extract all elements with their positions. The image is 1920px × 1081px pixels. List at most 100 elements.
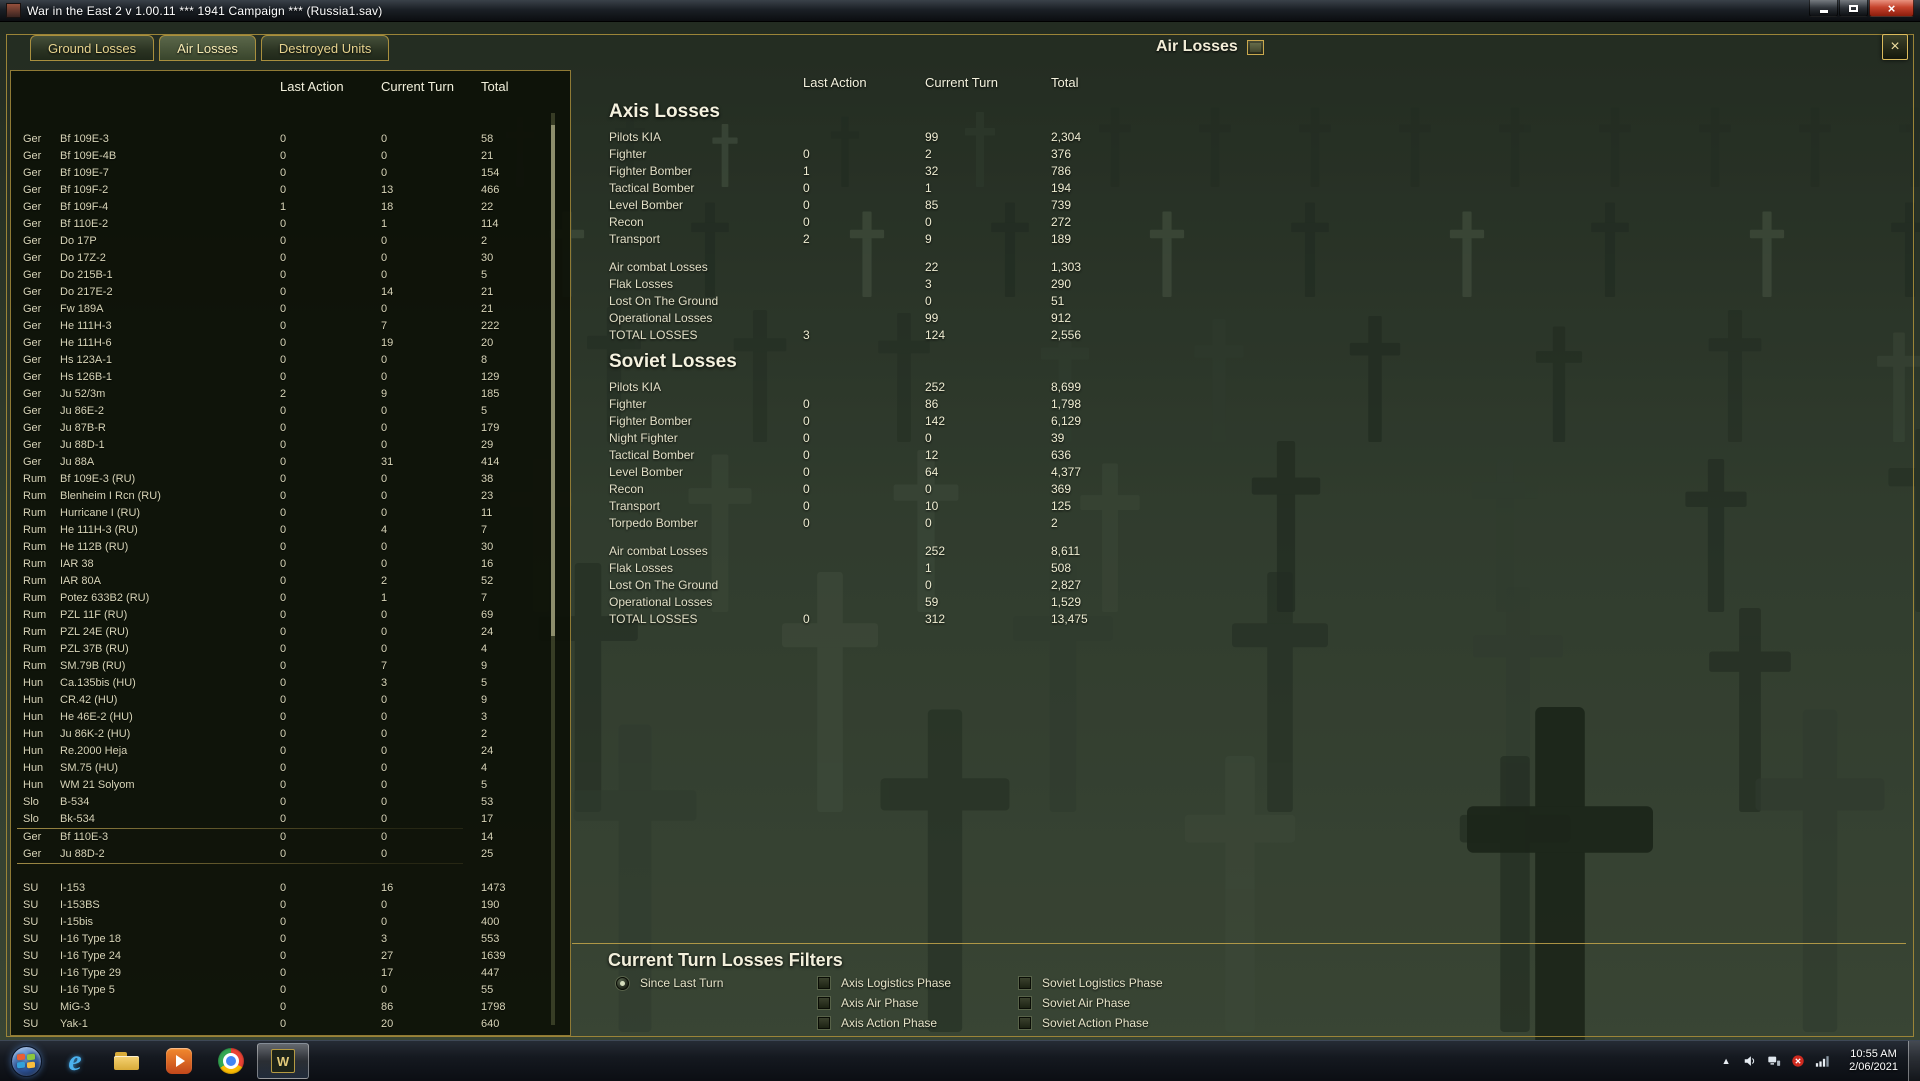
summary-row: Air combat Losses221,303 bbox=[609, 259, 1389, 276]
column-header-last-action: Last Action bbox=[803, 72, 925, 94]
summary-row: Recon00369 bbox=[609, 481, 1389, 498]
summary-row: Fighter0861,798 bbox=[609, 396, 1389, 413]
filter-checkbox-soviet-logistics-phase[interactable]: Soviet Logistics Phase bbox=[1019, 976, 1163, 990]
aircraft-row: RumBlenheim I Rcn (RU)0023 bbox=[11, 488, 570, 505]
summary-row: Lost On The Ground051 bbox=[609, 293, 1389, 310]
checkbox-icon bbox=[818, 997, 830, 1009]
checkbox-label: Axis Logistics Phase bbox=[841, 976, 951, 990]
report-icon bbox=[1247, 40, 1264, 55]
summary-row: Fighter02376 bbox=[609, 146, 1389, 163]
network-icon[interactable] bbox=[1766, 1053, 1782, 1069]
tab-ground-losses[interactable]: Ground Losses bbox=[30, 35, 154, 61]
checkbox-label: Soviet Action Phase bbox=[1042, 1016, 1149, 1030]
tab-air-losses[interactable]: Air Losses bbox=[159, 35, 256, 61]
aircraft-row: GerJu 88A031414 bbox=[11, 454, 570, 471]
aircraft-table-body: GerBf 109E-30058GerBf 109E-4B0021GerBf 1… bbox=[11, 131, 570, 1033]
tab-destroyed-units[interactable]: Destroyed Units bbox=[261, 35, 389, 61]
aircraft-row: RumPZL 37B (RU)004 bbox=[11, 641, 570, 658]
filters-title: Current Turn Losses Filters bbox=[608, 950, 843, 971]
aircraft-row: RumHurricane I (RU)0011 bbox=[11, 505, 570, 522]
filter-checkbox-axis-logistics-phase[interactable]: Axis Logistics Phase bbox=[818, 976, 951, 990]
start-button[interactable] bbox=[3, 1041, 49, 1081]
column-header-total: Total bbox=[1051, 72, 1389, 94]
summary-row: Pilots KIA2528,699 bbox=[609, 379, 1389, 396]
aircraft-row: SUI-16 Type 240271639 bbox=[11, 948, 570, 965]
aircraft-row: HunHe 46E-2 (HU)003 bbox=[11, 709, 570, 726]
summary-row: Night Fighter0039 bbox=[609, 430, 1389, 447]
game-window: Ground LossesAir LossesDestroyed Units A… bbox=[0, 22, 1920, 1040]
summary-row: Fighter Bomber01426,129 bbox=[609, 413, 1389, 430]
maximize-button[interactable] bbox=[1839, 0, 1868, 17]
filter-checkbox-axis-air-phase[interactable]: Axis Air Phase bbox=[818, 996, 918, 1010]
aircraft-row: RumSM.79B (RU)079 bbox=[11, 658, 570, 675]
aircraft-row: RumPotez 633B2 (RU)017 bbox=[11, 590, 570, 607]
checkbox-icon bbox=[818, 977, 830, 989]
screen-title: Air Losses bbox=[1156, 38, 1238, 56]
aircraft-row: GerHs 123A-1008 bbox=[11, 352, 570, 369]
summary-row: TOTAL LOSSES031213,475 bbox=[609, 611, 1389, 628]
internet-explorer-icon[interactable]: e bbox=[49, 1041, 101, 1081]
aircraft-row: GerBf 110E-201114 bbox=[11, 216, 570, 233]
media-player-icon[interactable] bbox=[153, 1041, 205, 1081]
aircraft-row: SUI-16 Type 50055 bbox=[11, 982, 570, 999]
window-title: War in the East 2 v 1.00.11 *** 1941 Cam… bbox=[27, 4, 382, 18]
filter-checkbox-soviet-action-phase[interactable]: Soviet Action Phase bbox=[1019, 1016, 1149, 1030]
checkbox-label: Soviet Air Phase bbox=[1042, 996, 1130, 1010]
volume-icon[interactable] bbox=[1742, 1053, 1758, 1069]
summary-row: Transport29189 bbox=[609, 231, 1389, 248]
clock-time: 10:55 AM bbox=[1849, 1048, 1898, 1061]
game-icon: W bbox=[271, 1049, 295, 1073]
filter-checkbox-soviet-air-phase[interactable]: Soviet Air Phase bbox=[1019, 996, 1130, 1010]
internet-explorer-glyph: e bbox=[61, 1047, 89, 1075]
summary-section: Soviet Losses Pilots KIA2528,699Fighter08… bbox=[609, 351, 1389, 628]
filter-checkbox-axis-action-phase[interactable]: Axis Action Phase bbox=[818, 1016, 937, 1030]
aircraft-row: GerHs 126B-100129 bbox=[11, 369, 570, 386]
taskbar-clock[interactable]: 10:55 AM 2/06/2021 bbox=[1839, 1048, 1908, 1074]
scrollbar[interactable] bbox=[551, 113, 555, 1025]
aircraft-row: RumIAR 80A0252 bbox=[11, 573, 570, 590]
aircraft-row: GerDo 217E-201421 bbox=[11, 284, 570, 301]
app-icon bbox=[6, 3, 21, 18]
security-icon[interactable] bbox=[1790, 1053, 1806, 1069]
tray-icons: ▲ bbox=[1709, 1053, 1839, 1069]
radio-label: Since Last Turn bbox=[640, 976, 723, 990]
screen-close-button[interactable]: × bbox=[1882, 34, 1908, 60]
aircraft-row: RumPZL 24E (RU)0024 bbox=[11, 624, 570, 641]
radio-icon bbox=[616, 977, 629, 990]
summary-section: Axis LossesPilots KIA992,304Fighter02376… bbox=[609, 101, 1389, 344]
aircraft-row: GerDo 17Z-20030 bbox=[11, 250, 570, 267]
since-last-turn-radio[interactable]: Since Last Turn bbox=[616, 976, 723, 990]
tray-expand-icon[interactable]: ▲ bbox=[1718, 1053, 1734, 1069]
summary-row: Transport010125 bbox=[609, 498, 1389, 515]
checkbox-label: Soviet Logistics Phase bbox=[1042, 976, 1163, 990]
summary-row: TOTAL LOSSES31242,556 bbox=[609, 327, 1389, 344]
show-desktop-button[interactable] bbox=[1908, 1041, 1920, 1081]
summary-row: Flak Losses3290 bbox=[609, 276, 1389, 293]
taskbar: e W ▲ 10:55 AM 2/06/2021 bbox=[0, 1040, 1920, 1081]
summary-row: Operational Losses591,529 bbox=[609, 594, 1389, 611]
aircraft-row: GerFw 189A0021 bbox=[11, 301, 570, 318]
column-header-current-turn: Current Turn bbox=[925, 72, 1051, 94]
minimize-button[interactable] bbox=[1809, 0, 1838, 17]
aircraft-row: GerBf 109F-2013466 bbox=[11, 182, 570, 199]
window-controls: × bbox=[1809, 0, 1914, 21]
aircraft-row: SloB-5340053 bbox=[11, 794, 570, 811]
aircraft-row: RumBf 109E-3 (RU)0038 bbox=[11, 471, 570, 488]
chrome-icon[interactable] bbox=[205, 1041, 257, 1081]
file-explorer-icon[interactable] bbox=[101, 1041, 153, 1081]
aircraft-row: HunSM.75 (HU)004 bbox=[11, 760, 570, 777]
column-header-current-turn: Current Turn bbox=[381, 79, 481, 95]
summary-row: Lost On The Ground02,827 bbox=[609, 577, 1389, 594]
signal-icon[interactable] bbox=[1814, 1053, 1830, 1069]
summary-header: Last Action Current Turn Total bbox=[609, 72, 1389, 94]
game-taskbar-button[interactable]: W bbox=[257, 1043, 309, 1079]
window-titlebar[interactable]: War in the East 2 v 1.00.11 *** 1941 Cam… bbox=[0, 0, 1920, 22]
aircraft-row: GerJu 88D-10029 bbox=[11, 437, 570, 454]
scrollbar-thumb[interactable] bbox=[551, 125, 555, 636]
aircraft-row: GerBf 109E-700154 bbox=[11, 165, 570, 182]
section-title: Soviet Losses bbox=[609, 351, 1389, 373]
aircraft-row: SUI-16 Type 29017447 bbox=[11, 965, 570, 982]
aircraft-row: SUMiG-30861798 bbox=[11, 999, 570, 1016]
close-window-button[interactable]: × bbox=[1869, 0, 1914, 17]
aircraft-row: HunCa.135bis (HU)035 bbox=[11, 675, 570, 692]
